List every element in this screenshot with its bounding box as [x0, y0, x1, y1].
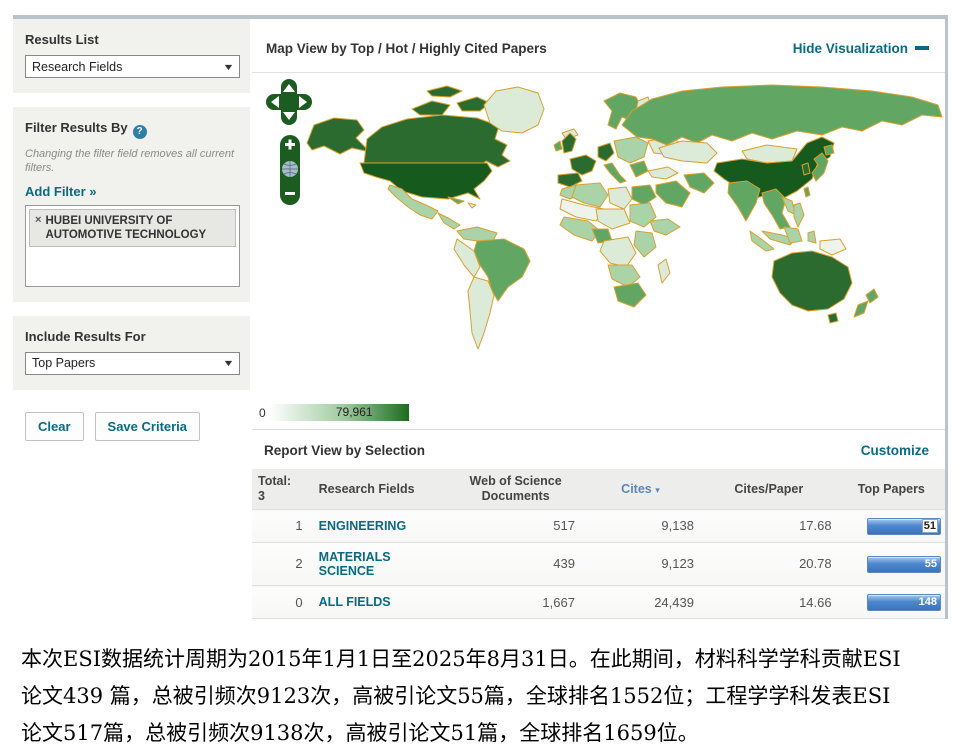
filter-note: Changing the filter field removes all cu…: [25, 147, 240, 176]
help-icon[interactable]: ?: [133, 125, 147, 139]
table-row: 0 ALL FIELDS 1,667 24,439 14.66 148: [252, 586, 945, 619]
top-papers-bar: 55: [867, 556, 941, 573]
col-cites-sort[interactable]: Cites ▾: [581, 469, 700, 510]
results-list-section: Results List Research Fields ▼: [13, 19, 250, 93]
cites-value: 9,138: [581, 510, 700, 543]
row-rank: 2: [252, 542, 313, 586]
map-area: [252, 73, 945, 398]
save-criteria-button[interactable]: Save Criteria: [95, 412, 201, 441]
field-link-materials-science[interactable]: MATERIALS SCIENCE: [319, 550, 445, 579]
summary-line: 论文439 篇，总被引频次9123次，高被引论文55篇，全球排名1552位；工程…: [21, 678, 942, 715]
results-list-value: Research Fields: [32, 60, 122, 74]
field-link-all-fields[interactable]: ALL FIELDS: [319, 595, 391, 609]
filter-item-label: HUBEI UNIVERSITY OF AUTOMOTIVE TECHNOLOG…: [45, 214, 230, 243]
include-results-label: Include Results For: [25, 329, 240, 344]
map-controls: [266, 79, 314, 234]
filter-section: Filter Results By? Changing the filter f…: [13, 107, 250, 302]
globe-button[interactable]: [282, 161, 298, 177]
criteria-buttons: Clear Save Criteria: [13, 404, 250, 441]
sidebar: Results List Research Fields ▼ Filter Re…: [13, 19, 250, 619]
map-header: Map View by Top / Hot / Highly Cited Pap…: [252, 19, 945, 73]
cites-value: 9,123: [581, 542, 700, 586]
top-papers-value: 55: [925, 558, 937, 570]
row-rank: 0: [252, 586, 313, 619]
results-list-select[interactable]: Research Fields ▼: [25, 55, 240, 78]
top-papers-value: 51: [923, 520, 937, 532]
include-results-value: Top Papers: [32, 356, 95, 370]
legend-gradient-bar: 79,961: [269, 404, 409, 421]
docs-value: 517: [450, 510, 581, 543]
report-title: Report View by Selection: [264, 443, 425, 458]
cites-per-paper-value: 14.66: [700, 586, 838, 619]
zoom-out-button[interactable]: [285, 192, 295, 195]
table-row: 1 ENGINEERING 517 9,138 17.68 51: [252, 510, 945, 543]
docs-value: 439: [450, 542, 581, 586]
row-rank: 1: [252, 510, 313, 543]
customize-link[interactable]: Customize: [861, 443, 929, 458]
include-results-section: Include Results For Top Papers ▼: [13, 316, 250, 390]
map-legend: 0 79,961: [252, 398, 945, 430]
visualization-panel: Map View by Top / Hot / Highly Cited Pap…: [252, 19, 948, 619]
legend-min: 0: [259, 406, 266, 420]
summary-line: 本次ESI数据统计周期为2015年1月1日至2025年8月31日。在此期间，材料…: [21, 641, 942, 678]
field-link-engineering[interactable]: ENGINEERING: [319, 519, 407, 533]
collapse-icon: [915, 46, 929, 50]
esi-page: Results List Research Fields ▼ Filter Re…: [0, 0, 959, 752]
col-total: Total: 3: [252, 469, 313, 510]
hide-visualization-link[interactable]: Hide Visualization: [793, 41, 929, 56]
table-row: 2 MATERIALS SCIENCE 439 9,123 20.78 55: [252, 542, 945, 586]
filter-by-label: Filter Results By?: [25, 120, 240, 139]
col-documents: Web of Science Documents: [450, 469, 581, 510]
docs-value: 1,667: [450, 586, 581, 619]
chevron-down-icon: ▼: [222, 62, 234, 72]
col-cites-per-paper: Cites/Paper: [700, 469, 838, 510]
col-top-papers: Top Papers: [838, 469, 945, 510]
cites-value: 24,439: [581, 586, 700, 619]
world-map[interactable]: [252, 73, 944, 398]
top-papers-value: 148: [919, 596, 937, 608]
legend-max: 79,961: [336, 405, 373, 419]
cites-per-paper-value: 20.78: [700, 542, 838, 586]
map-title: Map View by Top / Hot / Highly Cited Pap…: [266, 41, 547, 56]
sort-descending-icon: ▾: [655, 485, 660, 495]
results-list-label: Results List: [25, 32, 240, 47]
add-filter-link[interactable]: Add Filter »: [25, 184, 240, 199]
include-results-select[interactable]: Top Papers ▼: [25, 352, 240, 375]
remove-filter-icon[interactable]: ×: [35, 214, 41, 243]
results-table: Total: 3 Research Fields Web of Science …: [252, 469, 945, 619]
top-papers-bar: 148: [867, 594, 941, 611]
cites-per-paper-value: 17.68: [700, 510, 838, 543]
clear-button[interactable]: Clear: [25, 412, 84, 441]
active-filters-list: × HUBEI UNIVERSITY OF AUTOMOTIVE TECHNOL…: [25, 205, 240, 287]
filter-item: × HUBEI UNIVERSITY OF AUTOMOTIVE TECHNOL…: [29, 209, 236, 248]
report-header: Report View by Selection Customize: [252, 430, 945, 469]
top-papers-bar: 51: [867, 518, 941, 535]
summary-paragraph: 本次ESI数据统计周期为2015年1月1日至2025年8月31日。在此期间，材料…: [13, 619, 948, 752]
summary-line: 论文517篇，总被引频次9138次，高被引论文51篇，全球排名1659位。: [21, 715, 942, 752]
col-research-fields: Research Fields: [313, 469, 451, 510]
table-header-row: Total: 3 Research Fields Web of Science …: [252, 469, 945, 510]
chevron-down-icon: ▼: [222, 358, 234, 368]
pan-control[interactable]: [266, 79, 312, 125]
